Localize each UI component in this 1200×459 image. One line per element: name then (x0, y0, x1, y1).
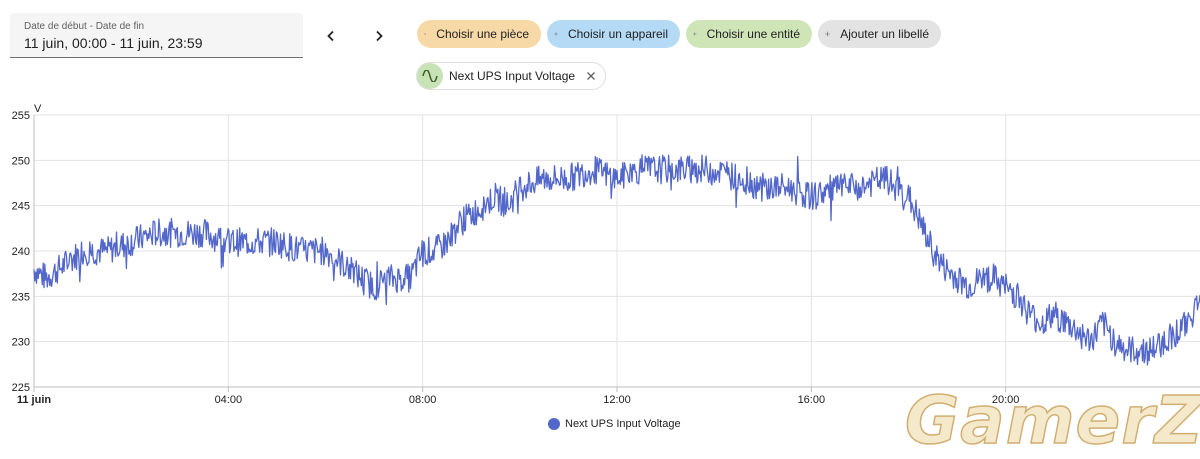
y-tick-label: 230 (12, 337, 30, 349)
date-range-value: 11 juin, 00:00 - 11 juin, 23:59 (24, 35, 203, 51)
chevron-right-icon (376, 30, 383, 42)
x-tick-label: 08:00 (409, 394, 437, 406)
choose-entity-chip[interactable]: Choisir une entité (686, 20, 812, 48)
x-tick-label: 04:00 (215, 394, 243, 406)
y-tick-label: 225 (12, 382, 30, 394)
legend-series-label: Next UPS Input Voltage (565, 418, 681, 430)
y-tick-label: 235 (12, 291, 30, 303)
x-tick-label: 11 juin (17, 394, 52, 406)
x-tick-label: 16:00 (798, 394, 826, 406)
next-period-button[interactable] (364, 21, 394, 51)
legend-series-marker (548, 418, 560, 430)
choose-area-label: Choisir une pièce (436, 27, 529, 41)
add-label-chip[interactable]: Ajouter un libellé (818, 20, 941, 48)
y-tick-label: 240 (12, 246, 30, 258)
sine-wave-icon (417, 63, 443, 89)
choose-device-label: Choisir un appareil (567, 27, 668, 41)
gamerz-watermark: GamerZ (904, 381, 1200, 459)
plus-icon (424, 32, 427, 36)
chart-legend[interactable]: Next UPS Input Voltage (548, 418, 681, 430)
selected-entity-label: Next UPS Input Voltage (449, 69, 576, 83)
choose-entity-label: Choisir une entité (706, 27, 800, 41)
close-icon[interactable] (585, 70, 597, 82)
add-label-label: Ajouter un libellé (840, 27, 929, 41)
plus-icon (693, 32, 697, 36)
y-tick-label: 255 (12, 110, 30, 122)
choose-device-chip[interactable]: Choisir un appareil (547, 20, 680, 48)
date-range-label: Date de début - Date de fin (24, 21, 145, 32)
plus-icon (825, 31, 831, 37)
voltage-series-line (33, 154, 1200, 366)
choose-area-chip[interactable]: Choisir une pièce (417, 20, 541, 48)
plus-icon (554, 32, 558, 36)
x-tick-label: 12:00 (603, 394, 631, 406)
chevron-left-icon (327, 30, 334, 42)
y-tick-label: 245 (12, 201, 30, 213)
y-axis-unit-label: V (34, 103, 42, 115)
date-range-field[interactable]: Date de début - Date de fin 11 juin, 00:… (10, 13, 303, 58)
y-tick-label: 250 (12, 155, 30, 167)
previous-period-button[interactable] (316, 21, 346, 51)
selected-entity-chip[interactable]: Next UPS Input Voltage (416, 62, 607, 90)
